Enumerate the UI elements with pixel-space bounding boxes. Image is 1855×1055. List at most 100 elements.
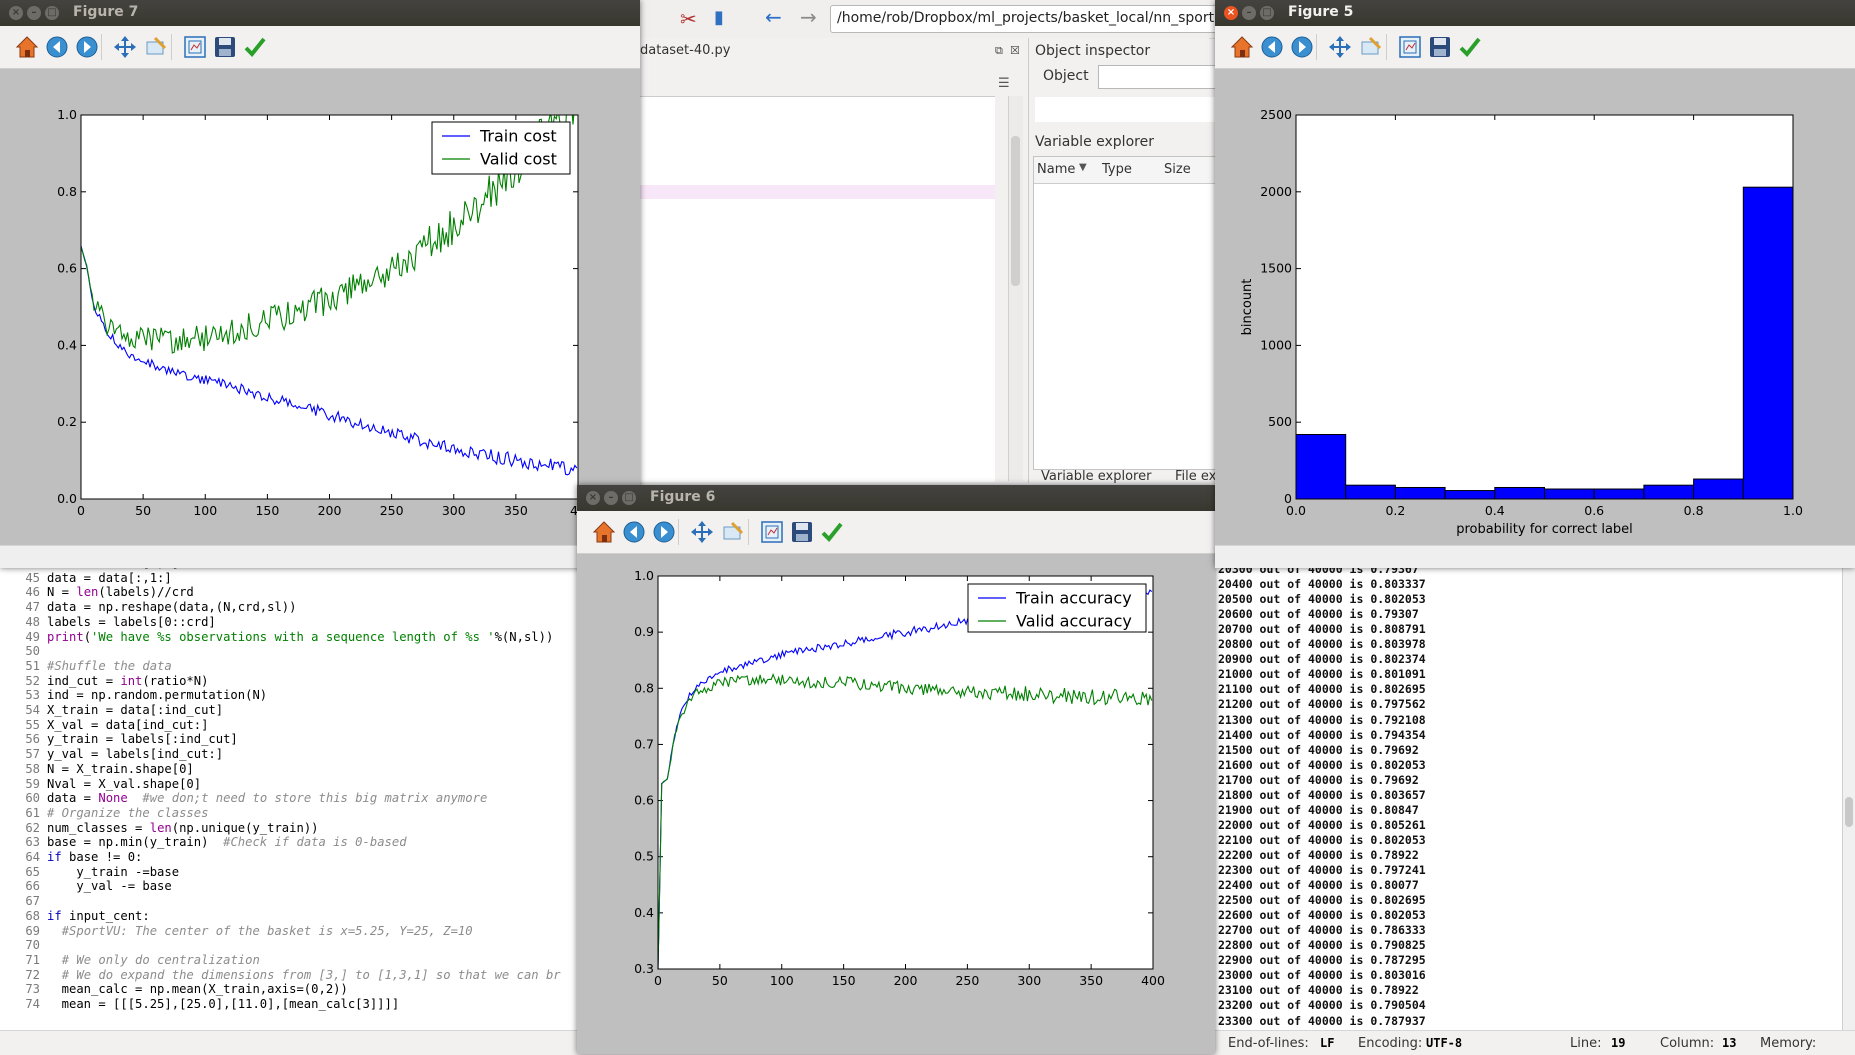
x-tick-label: 300: [442, 503, 466, 518]
editor-area[interactable]: [640, 96, 995, 482]
profiler-icon[interactable]: ▮: [714, 7, 724, 28]
code-line: 67: [0, 894, 47, 909]
minimize-button[interactable]: –: [1242, 6, 1256, 20]
close-button[interactable]: ×: [586, 491, 600, 505]
home-icon[interactable]: [591, 519, 617, 545]
figure-5-titlebar: × – □ Figure 5: [1215, 0, 1855, 26]
code-text: # We only do centralization: [61, 952, 260, 967]
forward-icon[interactable]: [1289, 34, 1315, 60]
code-text: if base != 0:: [47, 850, 143, 864]
histogram-bar: [1742, 186, 1794, 500]
code-line: 71 # We only do centralization: [0, 953, 260, 968]
subplots-icon[interactable]: [1397, 34, 1423, 60]
line-number: 49: [25, 629, 40, 644]
zoom-icon[interactable]: [1358, 34, 1384, 60]
object-input[interactable]: [1098, 65, 1220, 89]
x-tick-label: 0: [77, 503, 85, 518]
close-pane-icon[interactable]: ☒: [1010, 44, 1020, 57]
console-line: 21800 out of 40000 is 0.803657: [1218, 787, 1426, 802]
maximize-button[interactable]: □: [622, 491, 636, 505]
forward-icon[interactable]: [74, 34, 100, 60]
zoom-icon[interactable]: [143, 34, 169, 60]
y-tick-label: 0.8: [634, 680, 654, 695]
console-line: 21200 out of 40000 is 0.797562: [1218, 697, 1426, 712]
bottom-tabs: Variable explorer File ex: [1035, 470, 1225, 483]
pan-icon[interactable]: [1327, 34, 1353, 60]
line-number: 60: [25, 791, 40, 806]
console-scrollbar-thumb[interactable]: [1845, 797, 1853, 827]
toolbar-separator: [678, 519, 679, 545]
forward-arrow-icon[interactable]: →: [800, 5, 817, 29]
save-icon[interactable]: [1427, 34, 1453, 60]
column-header-size[interactable]: Size: [1164, 162, 1191, 177]
histogram-bar: [1544, 488, 1595, 500]
console-scrollbar[interactable]: [1842, 565, 1855, 1030]
editor-tab[interactable]: dataset-40.py: [640, 43, 730, 58]
column-header-type[interactable]: Type: [1102, 162, 1132, 177]
object-inspector-title: Object inspector: [1035, 43, 1151, 59]
subplots-icon[interactable]: [182, 34, 208, 60]
tab-variable-explorer[interactable]: Variable explorer: [1041, 470, 1151, 483]
back-icon[interactable]: [621, 519, 647, 545]
line-number: 55: [25, 717, 40, 732]
x-tick-label: 0.6: [1584, 503, 1604, 518]
undock-icon[interactable]: ⧉: [995, 44, 1003, 58]
figure-6-canvas[interactable]: 0 50 100 150 200 250 300 350 400 0.3 0.4 0.5 0.6 0.7 0…: [577, 554, 1215, 1054]
column-header-name[interactable]: Name: [1037, 162, 1077, 177]
eol-label: End-of-lines:: [1228, 1036, 1309, 1051]
close-button[interactable]: ×: [1224, 6, 1238, 20]
code-text: N = len(labels)//crd: [47, 585, 194, 600]
figure-6-window: × – □ Figure 6 0 50 100 150 200 250 300 350 400 0…: [577, 485, 1215, 1054]
edit-curves-icon[interactable]: [1457, 34, 1483, 60]
maximize-button[interactable]: □: [45, 6, 59, 20]
code-text: mean_calc = np.mean(X_train,axis=(0,2)): [47, 982, 348, 997]
line-number: 64: [25, 850, 40, 864]
code-editor[interactable]: 44labels = data[:,0]45data = data[:,1:]4…: [0, 565, 577, 1030]
edit-curves-icon[interactable]: [819, 519, 845, 545]
console-line: 22700 out of 40000 is 0.786333: [1218, 923, 1426, 938]
console-line: 20700 out of 40000 is 0.808791: [1218, 622, 1426, 637]
figure-5-canvas[interactable]: 0.0 0.2 0.4 0.6 0.8 1.0 0 500 1000 1500 2000 2500 pr…: [1215, 69, 1855, 546]
save-icon[interactable]: [212, 34, 238, 60]
zoom-icon[interactable]: [720, 519, 746, 545]
minimize-button[interactable]: –: [604, 491, 618, 505]
maximize-button[interactable]: □: [1260, 6, 1274, 20]
y-tick-label: 1500: [1260, 261, 1292, 276]
forward-icon[interactable]: [651, 519, 677, 545]
column-value: 13: [1722, 1036, 1737, 1050]
table-header: Name ▼ Type Size: [1034, 157, 1224, 184]
line-number: 58: [25, 761, 40, 776]
edit-curves-icon[interactable]: [242, 34, 268, 60]
home-icon[interactable]: [1229, 34, 1255, 60]
x-tick-label: 250: [380, 503, 404, 518]
options-icon[interactable]: ☰: [998, 76, 1010, 91]
home-icon[interactable]: [14, 34, 40, 60]
code-line: 52 ind_cut = int(ratio*N): [0, 674, 208, 689]
tab-file-explorer[interactable]: File ex: [1175, 470, 1216, 483]
subplots-icon[interactable]: [759, 519, 785, 545]
code-text: data = np.reshape(data,(N,crd,sl)): [47, 600, 297, 615]
back-icon[interactable]: [1259, 34, 1285, 60]
y-tick-label: 0.8: [57, 184, 77, 199]
scrollbar-thumb[interactable]: [1011, 136, 1020, 286]
console-line: 23300 out of 40000 is 0.787937: [1218, 1013, 1426, 1028]
pan-icon[interactable]: [112, 34, 138, 60]
editor-scrollbar[interactable]: [1008, 96, 1023, 481]
figure-5-toolbar: [1215, 26, 1855, 69]
line-label: Line:: [1570, 1036, 1602, 1051]
line-number: 50: [25, 644, 40, 659]
save-icon[interactable]: [789, 519, 815, 545]
back-icon[interactable]: [44, 34, 70, 60]
variable-table[interactable]: Name ▼ Type Size: [1033, 156, 1225, 470]
minimize-button[interactable]: –: [27, 6, 41, 20]
line-number: 54: [25, 703, 40, 717]
y-tick-label: 1.0: [57, 107, 77, 122]
working-directory-field[interactable]: /home/rob/Dropbox/ml_projects/basket_loc…: [830, 5, 1232, 33]
code-text: ind = np.random.permutation(N): [47, 688, 268, 703]
pan-icon[interactable]: [689, 519, 715, 545]
figure-7-canvas[interactable]: 050100150200250300350400.00.20.40.60.81.…: [0, 69, 640, 546]
close-button[interactable]: ×: [9, 6, 23, 20]
back-arrow-icon[interactable]: ←: [765, 5, 782, 29]
debug-tools-icon[interactable]: ✂: [680, 7, 697, 31]
code-line: 62 num_classes = len(np.unique(y_train)): [0, 821, 318, 836]
